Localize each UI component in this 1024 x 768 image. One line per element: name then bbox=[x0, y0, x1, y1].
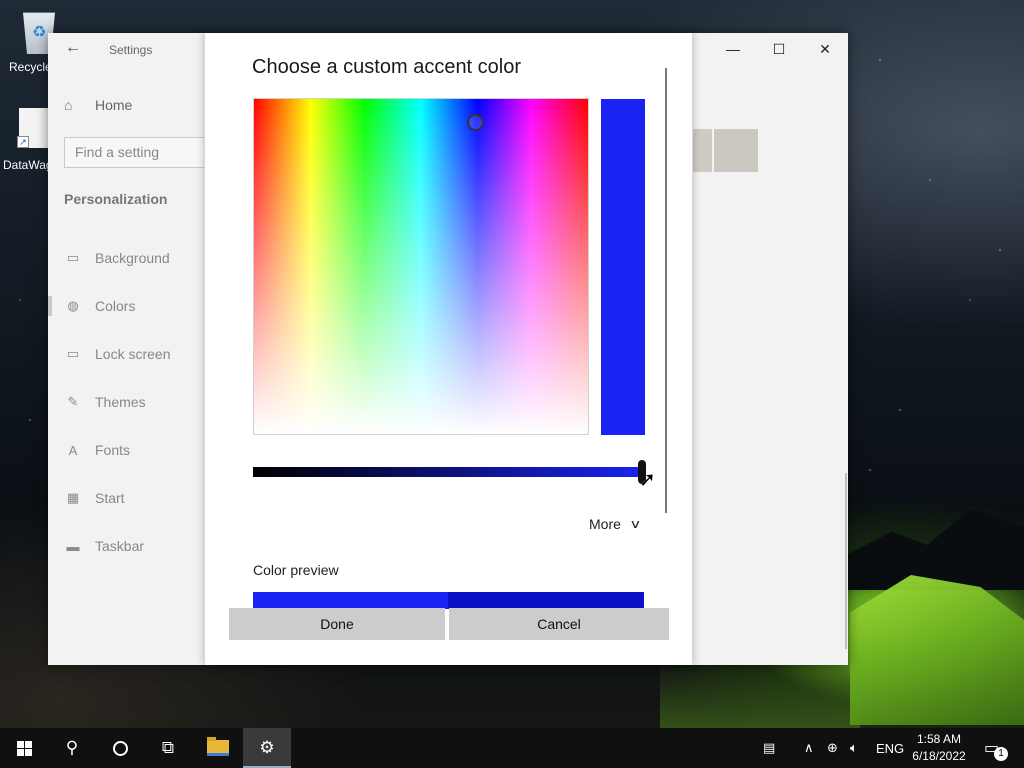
desktop-icon-datawag[interactable]: ↗ DataWag bbox=[3, 108, 53, 172]
themes-icon: ✎ bbox=[67, 394, 79, 409]
nav-home-label: Home bbox=[95, 97, 133, 113]
sidebar-item-lock-screen[interactable]: ▭ Lock screen bbox=[48, 334, 204, 374]
search-button[interactable]: ⚲ bbox=[48, 728, 96, 768]
window-title: Settings bbox=[109, 43, 153, 57]
cortana-icon bbox=[112, 740, 128, 756]
more-label: More bbox=[589, 516, 621, 532]
preview-light bbox=[253, 592, 448, 609]
task-view-icon: ⧉ bbox=[161, 738, 175, 757]
sidebar-item-background[interactable]: ▭ Background bbox=[48, 238, 204, 278]
color-spectrum[interactable] bbox=[253, 98, 589, 435]
done-button[interactable]: Done bbox=[229, 608, 445, 640]
clock-time: 1:58 AM bbox=[916, 732, 962, 746]
spectrum-handle[interactable] bbox=[467, 114, 484, 131]
section-heading: Personalization bbox=[64, 191, 168, 207]
sidebar-item-label: Taskbar bbox=[95, 538, 145, 554]
maximize-icon[interactable]: ☐ bbox=[756, 33, 802, 65]
sidebar-item-label: Fonts bbox=[95, 442, 131, 458]
accent-color-swatch[interactable] bbox=[692, 129, 712, 172]
folder-icon bbox=[207, 737, 229, 756]
palette-icon: ◍ bbox=[67, 298, 79, 313]
dialog-title: Choose a custom accent color bbox=[252, 56, 522, 78]
sidebar-item-label: Start bbox=[95, 490, 125, 506]
window-scrollbar[interactable] bbox=[845, 473, 847, 649]
notification-badge: 1 bbox=[994, 747, 1008, 761]
preview-dark bbox=[448, 592, 644, 609]
start-button[interactable] bbox=[0, 728, 48, 768]
sidebar-item-label: Background bbox=[95, 250, 170, 266]
file-shortcut-icon: ↗ bbox=[17, 108, 51, 148]
home-icon: ⌂ bbox=[64, 97, 73, 113]
close-icon[interactable]: ✕ bbox=[802, 33, 848, 65]
back-arrow-icon[interactable]: ← bbox=[65, 39, 81, 57]
window-controls: — ☐ ✕ bbox=[710, 33, 848, 65]
sidebar-item-label: Lock screen bbox=[95, 346, 171, 362]
start-icon: ▦ bbox=[66, 490, 80, 505]
sidebar-item-start[interactable]: ▦ Start bbox=[48, 478, 204, 518]
gear-icon: ⚙ bbox=[259, 738, 275, 757]
accent-color-swatch[interactable] bbox=[714, 129, 758, 172]
language-indicator[interactable]: ENG bbox=[876, 728, 904, 768]
taskbar-icon: ▬ bbox=[66, 538, 80, 554]
news-icon[interactable]: ▤ bbox=[763, 728, 775, 768]
fonts-icon: A bbox=[68, 442, 78, 458]
wallpaper-grass bbox=[660, 660, 860, 728]
mouse-cursor-icon: ➚ bbox=[639, 469, 656, 491]
sidebar-item-themes[interactable]: ✎ Themes bbox=[48, 382, 204, 422]
search-input[interactable]: Find a setting bbox=[64, 137, 224, 168]
settings-taskbar-button[interactable]: ⚙ bbox=[243, 728, 291, 768]
selected-color-preview bbox=[601, 99, 645, 435]
system-clock[interactable]: 1:58 AM 6/18/2022 bbox=[906, 731, 972, 765]
brightness-slider[interactable] bbox=[253, 460, 646, 484]
desktop-icon-label: DataWag bbox=[3, 158, 53, 172]
task-view-button[interactable]: ⧉ bbox=[144, 728, 192, 768]
chevron-down-icon: ∨ bbox=[629, 517, 642, 531]
sidebar-item-label: Colors bbox=[95, 298, 136, 314]
sidebar-item-fonts[interactable]: A Fonts bbox=[48, 430, 204, 470]
more-button[interactable]: More ∨ bbox=[589, 516, 642, 532]
sidebar-item-label: Themes bbox=[95, 394, 146, 410]
sidebar-item-taskbar[interactable]: ▬ Taskbar bbox=[48, 526, 204, 566]
color-preview-bar bbox=[253, 592, 644, 609]
search-icon: ⚲ bbox=[65, 738, 79, 757]
color-preview-label: Color preview bbox=[253, 562, 339, 578]
file-explorer-button[interactable] bbox=[194, 728, 242, 768]
settings-sidebar: ← Settings ⌂ Home Find a setting Persona… bbox=[48, 33, 224, 665]
image-icon: ▭ bbox=[66, 250, 80, 265]
minimize-icon[interactable]: — bbox=[710, 33, 756, 65]
chevron-up-icon[interactable]: ∧ bbox=[804, 728, 814, 768]
nav-home[interactable]: ⌂ Home bbox=[64, 97, 132, 113]
cortana-button[interactable] bbox=[96, 728, 144, 768]
taskbar: ⚲ ⧉ ⚙ ▤ ∧ ⊕ 🔈︎ ENG 1:58 AM 6/18/2022 ▭ bbox=[0, 728, 1024, 768]
lock-screen-icon: ▭ bbox=[66, 346, 80, 361]
custom-color-dialog: Choose a custom accent color ➚ More ∨ Co… bbox=[204, 33, 693, 665]
dialog-scrollbar[interactable] bbox=[665, 68, 667, 513]
windows-logo-icon bbox=[16, 740, 32, 756]
volume-muted-icon[interactable]: 🔈︎ bbox=[850, 728, 858, 768]
clock-date: 6/18/2022 bbox=[912, 749, 966, 763]
network-icon[interactable]: ⊕ bbox=[827, 728, 838, 768]
cancel-button[interactable]: Cancel bbox=[449, 608, 669, 640]
sidebar-item-colors[interactable]: ◍ Colors bbox=[48, 286, 204, 326]
